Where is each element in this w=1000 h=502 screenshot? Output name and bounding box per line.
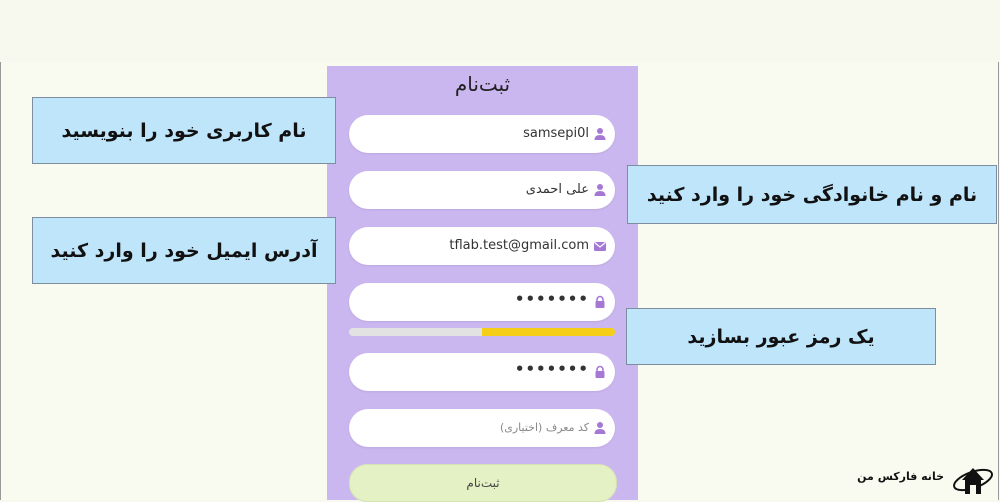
house-globe-icon <box>950 456 996 498</box>
username-field[interactable]: samsepi0l <box>349 115 615 153</box>
lock-icon <box>593 294 607 308</box>
referral-placeholder: کد معرف (اختیاری) <box>499 421 589 434</box>
signup-submit-button[interactable]: ثبت‌نام <box>349 464 617 502</box>
callout-username: نام کاربری خود را بنویسید <box>32 97 336 164</box>
brand-logo: خانه فارکس من <box>857 454 1000 500</box>
form-title: ثبت‌نام <box>454 72 511 96</box>
callout-password: یک رمز عبور بسازید <box>626 308 936 365</box>
top-band <box>0 0 1000 62</box>
password-strength-fill <box>482 328 615 336</box>
email-value: tflab.test@gmail.com <box>449 238 589 253</box>
username-value: samsepi0l <box>523 126 589 141</box>
callout-fullname: نام و نام خانوادگی خود را وارد کنید <box>627 165 997 224</box>
frame-border-right <box>998 62 999 500</box>
envelope-icon <box>593 238 607 252</box>
user-icon <box>593 182 607 196</box>
confirm-password-field[interactable]: ••••••• <box>349 353 615 391</box>
brand-name: خانه فارکس من <box>857 470 944 483</box>
signup-form-panel: ثبت‌نام samsepi0l علی احمدی tflab.test@g… <box>327 66 638 502</box>
fullname-value: علی احمدی <box>525 182 589 197</box>
referral-code-field[interactable]: کد معرف (اختیاری) <box>349 409 615 447</box>
callout-email: آدرس ایمیل خود را وارد کنید <box>32 217 336 284</box>
password-field[interactable]: ••••••• <box>349 283 615 321</box>
password-value: ••••••• <box>514 290 589 308</box>
email-field[interactable]: tflab.test@gmail.com <box>349 227 615 265</box>
password-strength-bar <box>349 328 615 336</box>
fullname-field[interactable]: علی احمدی <box>349 171 615 209</box>
frame-border-left <box>0 62 1 500</box>
confirm-password-value: ••••••• <box>514 360 589 378</box>
user-icon <box>593 420 607 434</box>
user-icon <box>593 126 607 140</box>
lock-icon <box>593 364 607 378</box>
